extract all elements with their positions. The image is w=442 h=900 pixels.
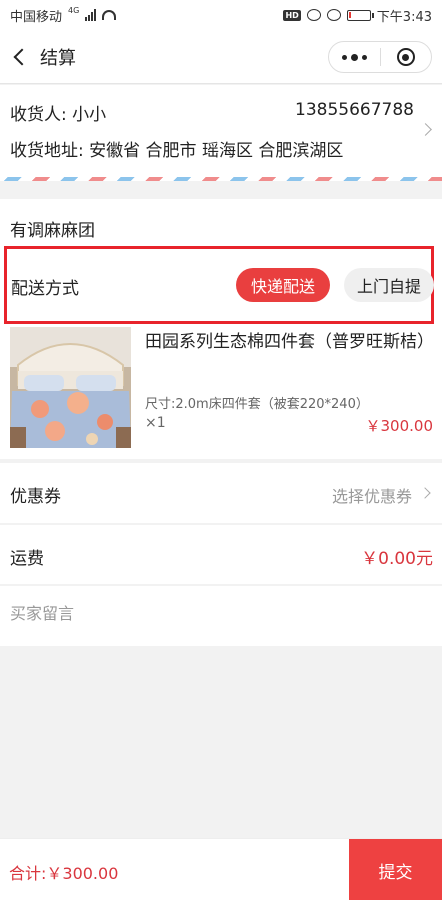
navbar: 结算 <box>0 30 442 84</box>
coupon-select-text: 选择优惠券 <box>331 487 412 506</box>
status-bar: 中国移动 4G HD 下午3:43 <box>0 0 442 30</box>
alarm-icon <box>326 9 341 21</box>
delivery-method-label: 配送方式 <box>11 279 79 299</box>
product-price: ￥300.00 <box>365 417 434 435</box>
network-type: 4G <box>68 5 80 15</box>
chevron-right-icon <box>419 123 432 136</box>
freight-label: 运费 <box>10 549 44 569</box>
battery-icon <box>346 9 374 21</box>
chevron-right-icon <box>419 487 431 499</box>
eye-icon <box>306 9 321 21</box>
coupon-label: 优惠券 <box>10 487 61 507</box>
bedding-picture <box>10 327 131 448</box>
status-right: HD 下午3:43 <box>283 6 432 25</box>
product-name[interactable]: 田园系列生态棉四件套（普罗旺斯桔） <box>145 329 435 355</box>
receiver-address: 收货地址: 安徽省 合肥市 瑶海区 合肥滨湖区 <box>10 141 344 161</box>
clock: 下午3:43 <box>376 9 432 25</box>
shop-name: 有调麻麻团 <box>10 221 95 241</box>
receiver-name: 收货人: 小小 <box>10 105 107 125</box>
hd-icon: HD <box>283 9 301 21</box>
freight-row: 运费 ￥0.00元 <box>0 525 442 584</box>
wifi-icon <box>102 10 117 20</box>
freight-value: ￥0.00元 <box>361 549 433 569</box>
self-pickup-button[interactable]: 上门自提 <box>344 268 434 302</box>
airmail-stripe-divider <box>0 177 442 181</box>
buyer-message-input[interactable] <box>10 604 430 623</box>
express-delivery-button[interactable]: 快递配送 <box>236 268 330 302</box>
page-title: 结算 <box>40 47 76 69</box>
back-icon[interactable] <box>0 30 40 84</box>
product-image[interactable] <box>10 327 131 448</box>
status-left: 中国移动 4G <box>10 5 117 25</box>
product-quantity: ×1 <box>145 415 166 431</box>
address-card[interactable]: 收货人: 小小 13855667788 收货地址: 安徽省 合肥市 瑶海区 合肥… <box>0 85 442 177</box>
coupon-row[interactable]: 优惠券 选择优惠券 <box>0 463 442 523</box>
carrier-name: 中国移动 <box>10 9 63 25</box>
receiver-row: 收货人: 小小 13855667788 <box>10 100 414 125</box>
mini-program-capsule <box>328 41 432 73</box>
delivery-method-highlight: 配送方式 快递配送 上门自提 <box>4 246 434 324</box>
submit-order-button[interactable]: 提交 <box>349 839 442 900</box>
checkout-bar: 合计:￥300.00 提交 <box>0 838 442 900</box>
product-spec: 尺寸:2.0m床四件套（被套220*240） <box>145 397 369 412</box>
buyer-message-row <box>0 586 442 646</box>
close-mini-program-icon[interactable] <box>380 42 431 72</box>
receiver-phone: 13855667788 <box>295 100 414 120</box>
battery-level <box>348 11 352 18</box>
order-total: 合计:￥300.00 <box>9 864 119 883</box>
more-icon[interactable] <box>329 42 380 72</box>
order-card: 有调麻麻团 配送方式 快递配送 上门自提 田园系列生态棉四件套（普罗旺斯桔） 尺… <box>0 199 442 459</box>
signal-icon <box>85 9 97 21</box>
